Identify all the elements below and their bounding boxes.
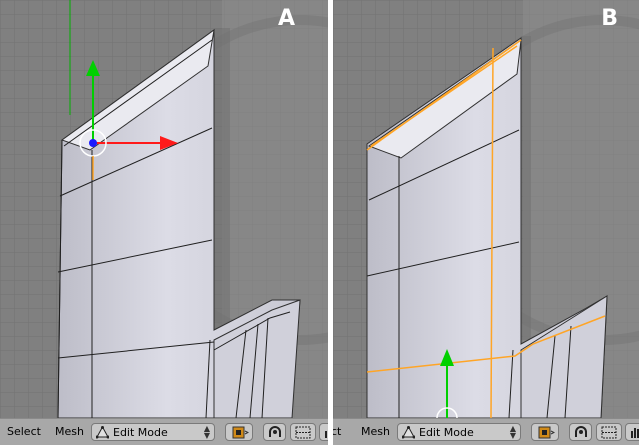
proportional-edit-icon (269, 426, 281, 437)
mode-select-label: Edit Mode (113, 426, 168, 439)
mode-select[interactable]: Edit Mode ▲ ▼ (397, 423, 521, 441)
viewport-header-a: Select Mesh Edit Mode ▲ ▼ (0, 418, 328, 445)
edit-mode-triangle-icon (96, 426, 109, 439)
snap-grid-icon (601, 426, 617, 439)
snap-button[interactable] (290, 423, 316, 441)
panel-label-a: A (277, 6, 295, 31)
panel-label-b: B (601, 6, 618, 31)
select-menu[interactable]: Select (7, 425, 41, 438)
snap-button[interactable] (596, 423, 622, 441)
object-pivot-icon (538, 426, 555, 439)
viewport-scene-b (333, 0, 639, 418)
chevron-updown-icon: ▲ ▼ (203, 424, 210, 440)
viewport-scene-a (0, 0, 328, 418)
viewport-header-b: ct Mesh Edit Mode ▲ ▼ (333, 418, 639, 445)
proportional-edit-button[interactable] (569, 423, 592, 441)
mesh-menu[interactable]: Mesh (55, 425, 84, 438)
mode-select-label: Edit Mode (419, 426, 474, 439)
hand-icon (631, 428, 639, 438)
3d-viewport-b[interactable] (333, 0, 639, 418)
mesh-shadow (214, 28, 230, 336)
3d-viewport-a[interactable] (0, 0, 328, 418)
view-hand-button[interactable] (625, 423, 639, 441)
chevron-updown-icon: ▲ ▼ (509, 424, 516, 440)
pivot-button[interactable] (225, 423, 253, 441)
proportional-edit-icon (575, 426, 587, 437)
pivot-button[interactable] (531, 423, 559, 441)
mesh-menu[interactable]: Mesh (361, 425, 390, 438)
edit-mode-triangle-icon (402, 426, 415, 439)
select-menu[interactable]: ct (333, 425, 341, 438)
viewport-panel-b: B ct Mesh Edit Mode ▲ ▼ (333, 0, 639, 445)
viewport-panel-a: A Select Mesh Edit Mode ▲ ▼ (0, 0, 328, 445)
snap-grid-icon (295, 426, 311, 439)
mesh-shadow (521, 36, 531, 340)
object-pivot-icon (232, 426, 249, 439)
proportional-edit-button[interactable] (263, 423, 286, 441)
view-hand-button[interactable] (319, 423, 328, 441)
mode-select[interactable]: Edit Mode ▲ ▼ (91, 423, 215, 441)
